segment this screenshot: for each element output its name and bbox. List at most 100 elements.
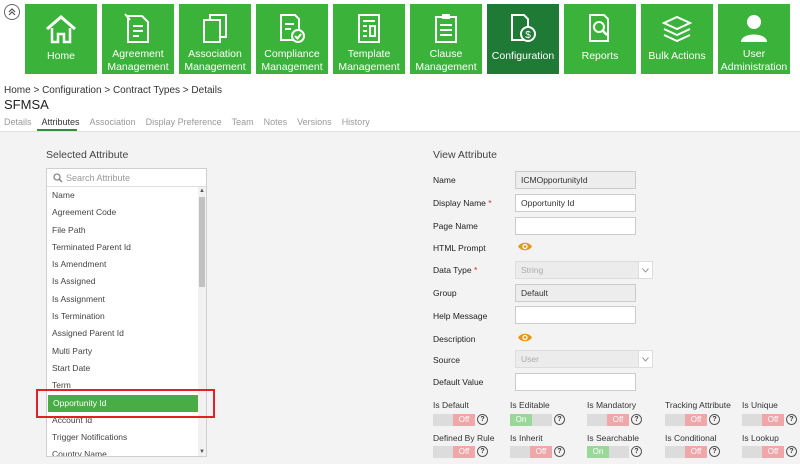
nav-tile-reports[interactable]: Reports xyxy=(564,4,636,74)
toggle-label: Is Searchable xyxy=(587,433,639,443)
nav-tile-label: Reports xyxy=(581,50,619,62)
bulk-actions-icon xyxy=(661,15,693,43)
app-root: { "nav": { "tiles": [ {"label": "Home", … xyxy=(0,0,800,464)
toggle-label: Tracking Attribute xyxy=(665,400,731,410)
double-chevron-up-icon xyxy=(8,8,16,16)
list-item[interactable]: Terminated Parent Id xyxy=(47,239,198,256)
nav-tile-compliance-management[interactable]: Compliance Management xyxy=(256,4,328,74)
nav-tile-configuration[interactable]: $ Configuration xyxy=(487,4,559,74)
tab-bar: Details Attributes Association Display P… xyxy=(0,117,800,131)
tab-association[interactable]: Association xyxy=(90,117,136,131)
toggle-label: Is Lookup xyxy=(742,433,779,443)
is-editable-toggle[interactable]: On? xyxy=(510,414,565,426)
reports-icon xyxy=(589,14,609,42)
list-item[interactable]: Trigger Notifications xyxy=(47,429,198,446)
nav-tile-user-administration[interactable]: User Administration xyxy=(718,4,790,74)
selected-attribute-title: Selected Attribute xyxy=(46,149,129,161)
group-label: Group xyxy=(433,288,457,298)
help-icon[interactable]: ? xyxy=(554,414,565,425)
tab-display-preference[interactable]: Display Preference xyxy=(146,117,222,131)
nav-tile-label: Configuration xyxy=(491,50,555,62)
agreement-icon xyxy=(124,13,149,43)
is-mandatory-toggle[interactable]: Off? xyxy=(587,414,642,426)
is-unique-toggle[interactable]: Off? xyxy=(742,414,797,426)
nav-tile-home[interactable]: Home xyxy=(25,4,97,74)
list-item[interactable]: Country Name xyxy=(47,446,198,456)
scroll-down-arrow-icon[interactable]: ▼ xyxy=(199,449,205,455)
description-label: Description xyxy=(433,334,476,344)
list-item[interactable]: File Path xyxy=(47,222,198,239)
help-icon[interactable]: ? xyxy=(709,414,720,425)
source-label: Source xyxy=(433,355,460,365)
selection-highlight-box xyxy=(36,389,215,418)
nav-tile-label: Home xyxy=(46,50,75,62)
help-icon[interactable]: ? xyxy=(786,446,797,457)
toggle-label: Defined By Rule xyxy=(433,433,495,443)
page-name-input[interactable] xyxy=(515,217,636,235)
template-icon xyxy=(358,14,380,43)
help-icon[interactable]: ? xyxy=(631,446,642,457)
source-select[interactable]: User xyxy=(515,350,653,368)
html-prompt-label: HTML Prompt xyxy=(433,243,486,253)
defined-by-rule-toggle[interactable]: Off? xyxy=(433,446,488,458)
nav-tile-label: Clause Management xyxy=(415,48,477,73)
attribute-search-input[interactable]: Search Attribute xyxy=(47,169,206,187)
nav-tile-bulk-actions[interactable]: Bulk Actions xyxy=(641,4,713,74)
is-inherit-toggle[interactable]: Off? xyxy=(510,446,565,458)
is-searchable-toggle[interactable]: On? xyxy=(587,446,642,458)
tab-team[interactable]: Team xyxy=(232,117,254,131)
toggle-label: Is Conditional xyxy=(665,433,717,443)
nav-tile-label: User Administration xyxy=(720,48,788,73)
is-conditional-toggle[interactable]: Off? xyxy=(665,446,720,458)
scrollbar-thumb[interactable] xyxy=(199,197,205,287)
data-type-select[interactable]: String xyxy=(515,261,653,279)
tab-history[interactable]: History xyxy=(342,117,370,131)
compliance-icon xyxy=(280,14,305,43)
help-message-input[interactable] xyxy=(515,306,636,324)
is-default-toggle[interactable]: Off? xyxy=(433,414,488,426)
help-icon[interactable]: ? xyxy=(709,446,720,457)
user-admin-icon xyxy=(741,15,767,42)
list-item[interactable]: Agreement Code xyxy=(47,204,198,221)
toggle-label: Is Inherit xyxy=(510,433,543,443)
nav-tile-clause-management[interactable]: Clause Management xyxy=(410,4,482,74)
help-icon[interactable]: ? xyxy=(554,446,565,457)
is-lookup-toggle[interactable]: Off? xyxy=(742,446,797,458)
search-icon xyxy=(53,172,63,183)
toggle-label: Is Editable xyxy=(510,400,550,410)
tab-versions[interactable]: Versions xyxy=(297,117,332,131)
eye-icon[interactable] xyxy=(517,241,533,252)
nav-tile-association-management[interactable]: Association Management xyxy=(179,4,251,74)
list-item[interactable]: Is Amendment xyxy=(47,256,198,273)
name-label: Name xyxy=(433,175,456,185)
chevron-down-icon xyxy=(638,351,652,367)
list-item[interactable]: Is Assigned xyxy=(47,273,198,290)
nav-tile-agreement-management[interactable]: Agreement Management xyxy=(102,4,174,74)
display-name-input[interactable]: Opportunity Id xyxy=(515,194,636,212)
breadcrumb[interactable]: Home > Configuration > Contract Types > … xyxy=(4,85,222,96)
collapse-nav-button[interactable] xyxy=(4,4,20,20)
help-icon[interactable]: ? xyxy=(477,414,488,425)
list-item[interactable]: Start Date xyxy=(47,360,198,377)
tab-details[interactable]: Details xyxy=(4,117,32,131)
nav-tile-template-management[interactable]: Template Management xyxy=(333,4,405,74)
help-icon[interactable]: ? xyxy=(477,446,488,457)
list-item[interactable]: Is Assignment xyxy=(47,291,198,308)
help-icon[interactable]: ? xyxy=(631,414,642,425)
toggle-label: Is Unique xyxy=(742,400,778,410)
list-item[interactable]: Multi Party xyxy=(47,343,198,360)
tracking-attribute-toggle[interactable]: Off? xyxy=(665,414,720,426)
chevron-down-icon xyxy=(638,262,652,278)
help-icon[interactable]: ? xyxy=(786,414,797,425)
nav-tile-label: Association Management xyxy=(184,48,246,73)
search-placeholder: Search Attribute xyxy=(66,172,131,183)
list-item[interactable]: Name xyxy=(47,187,198,204)
required-mark: * xyxy=(473,265,478,275)
scroll-up-arrow-icon[interactable]: ▲ xyxy=(199,188,205,194)
eye-icon[interactable] xyxy=(517,332,533,343)
tab-notes[interactable]: Notes xyxy=(264,117,288,131)
list-item[interactable]: Assigned Parent Id xyxy=(47,325,198,342)
nav-tile-label: Template Management xyxy=(338,48,400,73)
list-item[interactable]: Is Termination xyxy=(47,308,198,325)
default-value-input[interactable] xyxy=(515,373,636,391)
